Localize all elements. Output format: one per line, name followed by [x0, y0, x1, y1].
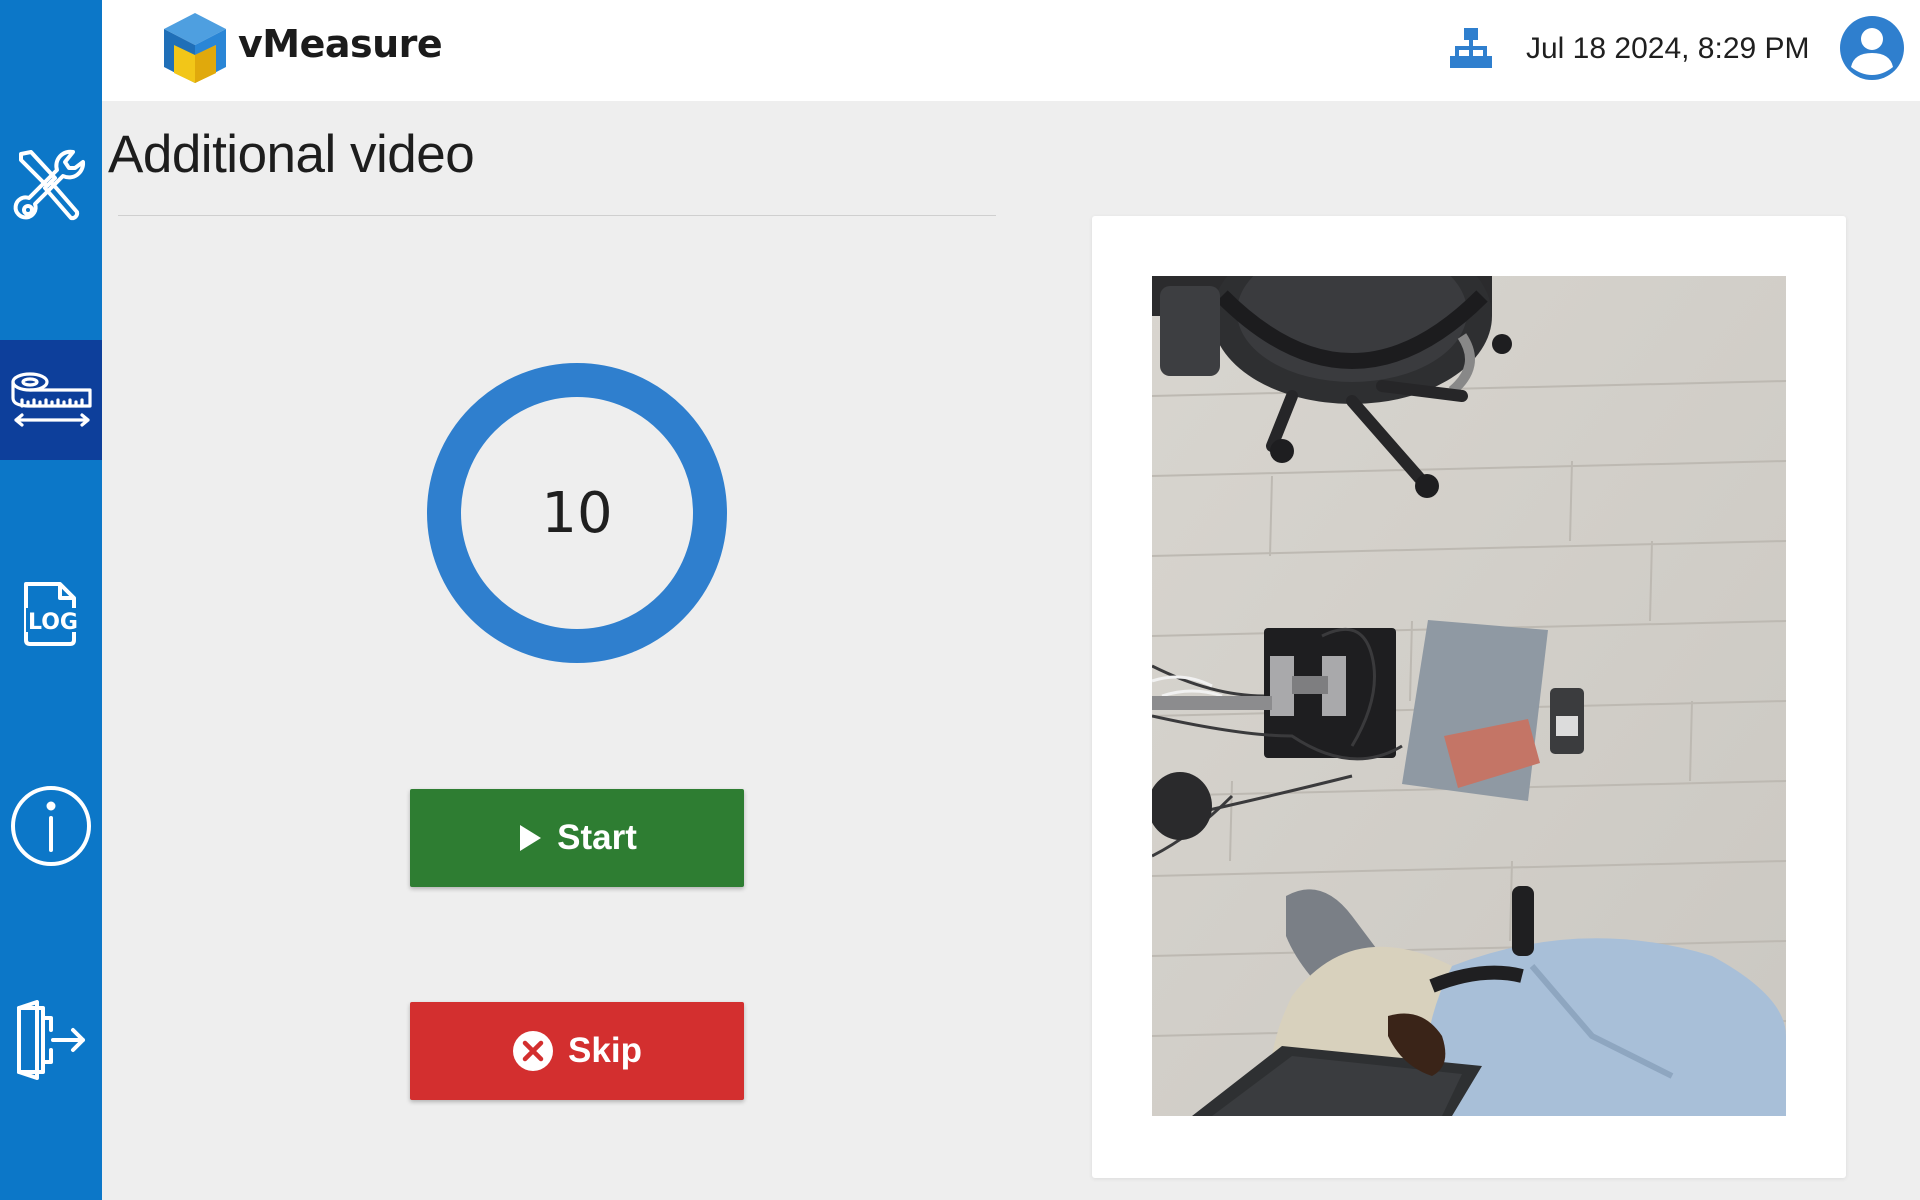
- skip-button[interactable]: Skip: [410, 1002, 744, 1100]
- wrench-screwdriver-icon: [13, 149, 86, 221]
- play-icon: [520, 825, 542, 851]
- start-button-label: Start: [557, 818, 637, 857]
- app-title: vMeasure: [238, 22, 443, 66]
- page-title: Additional video: [108, 125, 475, 184]
- info-icon: [11, 786, 91, 866]
- sidebar: LOG: [0, 0, 102, 1200]
- video-preview-card: [1092, 216, 1846, 1178]
- top-bar: vMeasure Jul 18 2024, 8:29 PM: [102, 0, 1920, 101]
- log-file-icon: LOG: [24, 582, 82, 646]
- user-avatar-icon[interactable]: [1838, 14, 1906, 82]
- datetime: Jul 18 2024, 8:29 PM: [1526, 32, 1810, 65]
- countdown-timer: 10: [426, 362, 728, 664]
- log-label: LOG: [28, 610, 78, 635]
- sidebar-item-log[interactable]: LOG: [0, 554, 102, 674]
- tape-measure-icon: [11, 372, 92, 427]
- skip-button-label: Skip: [568, 1031, 642, 1070]
- logout-icon: [17, 1000, 85, 1080]
- camera-feed: [1152, 276, 1786, 1116]
- cancel-circle-icon: [513, 1031, 554, 1071]
- network-icon[interactable]: [1450, 26, 1492, 72]
- countdown-value: 10: [541, 480, 613, 546]
- sidebar-item-logout[interactable]: [0, 980, 102, 1100]
- sidebar-item-measure[interactable]: [0, 340, 102, 460]
- app-logo-icon: [164, 13, 226, 83]
- camera-feed-image: [1152, 276, 1786, 1116]
- divider: [118, 215, 996, 216]
- sidebar-item-tools[interactable]: [0, 126, 102, 246]
- sidebar-item-info[interactable]: [0, 766, 102, 886]
- start-button[interactable]: Start: [410, 789, 744, 887]
